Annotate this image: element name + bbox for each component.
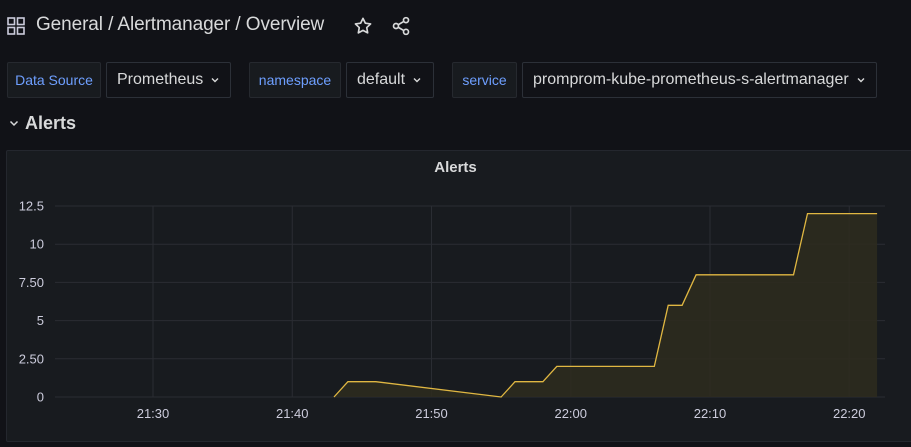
y-tick-label: 2.50 [19,351,44,366]
x-tick-label: 21:40 [276,406,309,421]
y-tick-label: 10 [30,237,44,252]
y-tick-label: 7.50 [19,275,44,290]
x-tick-label: 22:10 [694,406,727,421]
y-tick-label: 12.5 [19,199,44,214]
y-tick-label: 5 [37,313,44,328]
series-area-fill [334,213,878,397]
x-tick-label: 21:50 [415,406,448,421]
x-tick-label: 22:20 [833,406,866,421]
x-tick-label: 21:30 [137,406,170,421]
y-tick-label: 0 [37,390,44,405]
alerts-chart: 0 2.50 5 7.50 10 12.5 21:30 21:40 21:50 22:00 22:… [19,199,885,421]
x-tick-label: 22:00 [554,406,587,421]
